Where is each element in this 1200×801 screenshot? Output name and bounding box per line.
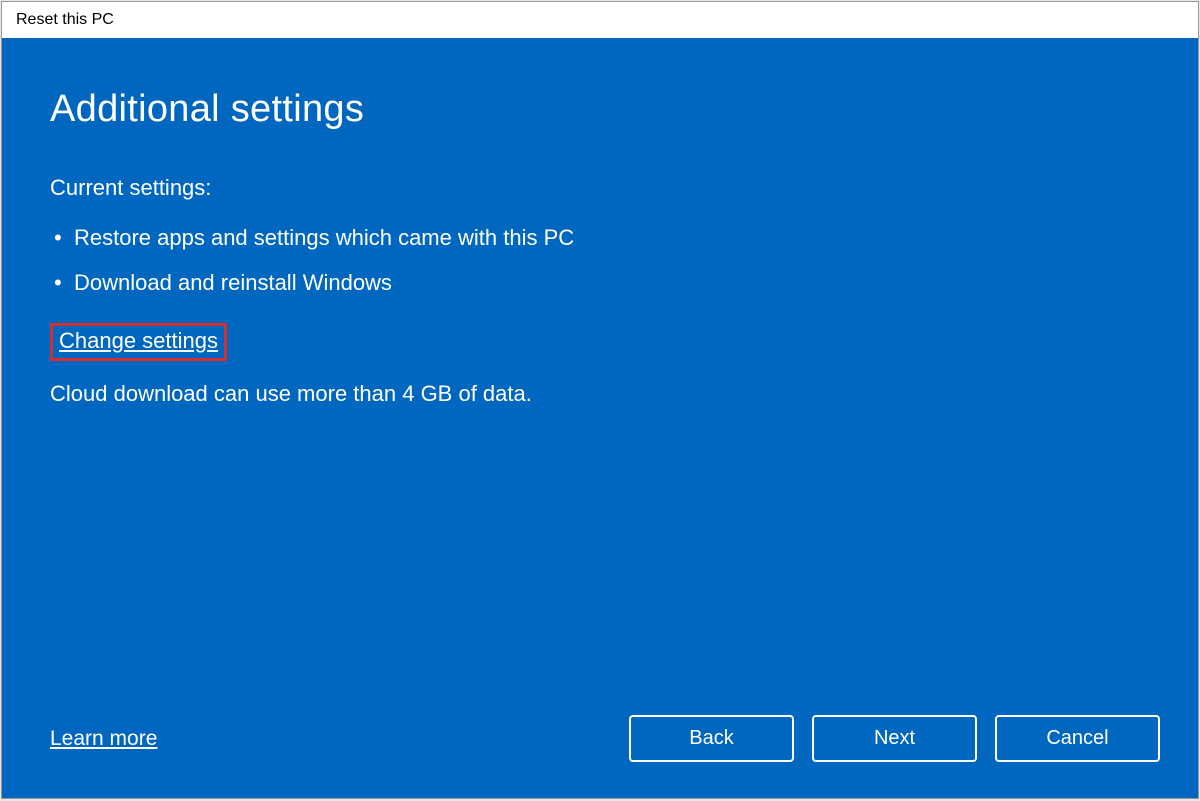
back-button[interactable]: Back	[629, 715, 794, 762]
dialog-footer: Learn more Back Next Cancel	[50, 715, 1160, 762]
annotation-highlight-box: Change settings	[50, 323, 227, 361]
change-settings-link[interactable]: Change settings	[59, 328, 218, 353]
reset-pc-dialog: Reset this PC Additional settings Curren…	[1, 1, 1199, 799]
cloud-download-note: Cloud download can use more than 4 GB of…	[50, 381, 1150, 407]
settings-list: Restore apps and settings which came wit…	[50, 215, 1150, 305]
next-button[interactable]: Next	[812, 715, 977, 762]
titlebar: Reset this PC	[2, 2, 1198, 38]
current-settings-label: Current settings:	[50, 175, 1150, 201]
learn-more-link[interactable]: Learn more	[50, 727, 157, 751]
cancel-button[interactable]: Cancel	[995, 715, 1160, 762]
dialog-content: Additional settings Current settings: Re…	[2, 38, 1198, 798]
window-title: Reset this PC	[16, 11, 114, 29]
list-item: Restore apps and settings which came wit…	[50, 215, 1150, 260]
button-row: Back Next Cancel	[629, 715, 1160, 762]
list-item: Download and reinstall Windows	[50, 260, 1150, 305]
page-title: Additional settings	[50, 88, 1150, 131]
